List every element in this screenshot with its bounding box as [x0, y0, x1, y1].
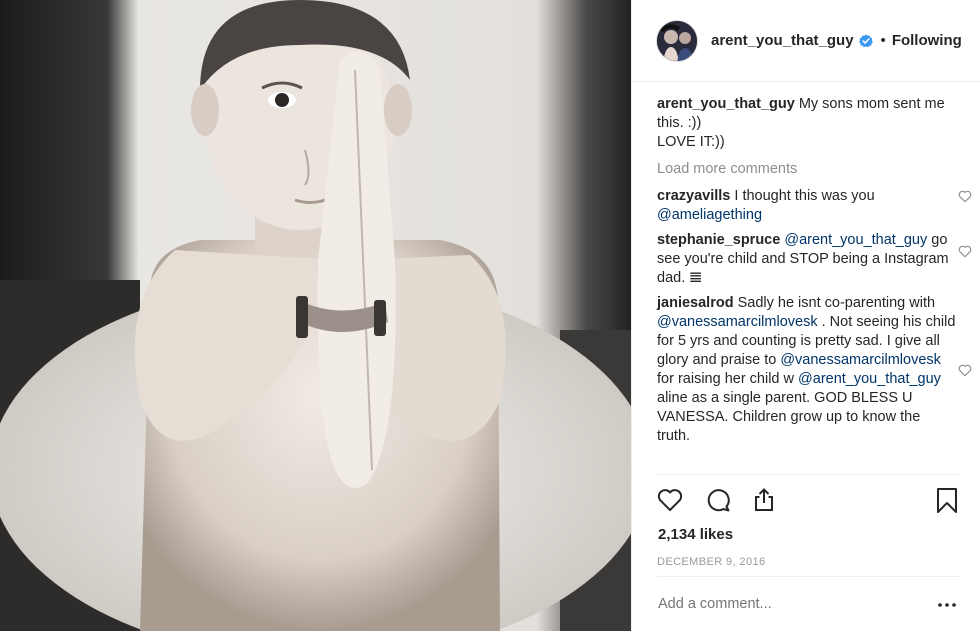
comment-text: Sadly he isnt co-parenting with	[733, 295, 936, 311]
post-photo	[0, 0, 631, 631]
post-caption: arent_you_that_guy My sons mom sent me t…	[657, 95, 962, 152]
caption-username[interactable]: arent_you_that_guy	[657, 96, 795, 112]
comment-mention[interactable]: @vanessamarcilmlovesk	[780, 352, 941, 368]
post-date: DECEMBER 9, 2016	[657, 556, 766, 568]
post-header: arent_you_that_guy • Following	[632, 0, 980, 82]
comment-icon[interactable]	[704, 486, 732, 514]
post-actions	[656, 486, 961, 514]
comment-item: crazyavills I thought this was you @amel…	[657, 187, 972, 225]
load-more-comments-button[interactable]: Load more comments	[657, 161, 962, 177]
comment-mention[interactable]: @vanessamarcilmlovesk	[657, 314, 818, 330]
boy-praying-photo	[0, 0, 631, 631]
comment-item: janiesalrod Sadly he isnt co-parenting w…	[657, 294, 972, 446]
comment-like-heart-icon[interactable]	[958, 364, 972, 377]
comment-mention[interactable]: @ameliagething	[657, 207, 762, 223]
bookmark-icon[interactable]	[933, 486, 961, 514]
comment-text: aline as a single parent. GOD BLESS U VA…	[657, 390, 921, 444]
following-button[interactable]: Following	[892, 32, 962, 49]
comment-text: I thought this was you	[730, 188, 875, 204]
header-separator: •	[880, 32, 886, 49]
header-username[interactable]: arent_you_that_guy	[711, 32, 854, 49]
comment-username[interactable]: janiesalrod	[657, 295, 734, 311]
comments-list: arent_you_that_guy My sons mom sent me t…	[657, 95, 972, 446]
comment-item: stephanie_spruce @arent_you_that_guy go …	[657, 231, 972, 288]
comment-like-heart-icon[interactable]	[958, 245, 972, 258]
comment-mention[interactable]: @arent_you_that_guy	[798, 371, 941, 387]
more-options-icon[interactable]	[937, 600, 957, 610]
divider	[657, 576, 961, 577]
comment-mention[interactable]: @arent_you_that_guy	[784, 232, 927, 248]
avatar[interactable]	[656, 19, 698, 62]
post-detail-panel: arent_you_that_guy • Following arent_you…	[631, 0, 980, 631]
avatar-image	[657, 20, 697, 61]
verified-badge-icon	[858, 34, 873, 47]
comment-like-heart-icon[interactable]	[958, 190, 972, 203]
caption-text-line2: LOVE IT:))	[657, 134, 725, 150]
comment-username[interactable]: crazyavills	[657, 188, 730, 204]
heart-icon[interactable]	[656, 486, 684, 514]
divider	[657, 474, 961, 475]
share-icon[interactable]	[750, 486, 778, 514]
likes-count[interactable]: 2,134 likes	[658, 526, 733, 543]
add-comment-input[interactable]	[658, 596, 878, 612]
comment-text: for raising her child w	[657, 371, 799, 387]
comment-username[interactable]: stephanie_spruce	[657, 232, 780, 248]
